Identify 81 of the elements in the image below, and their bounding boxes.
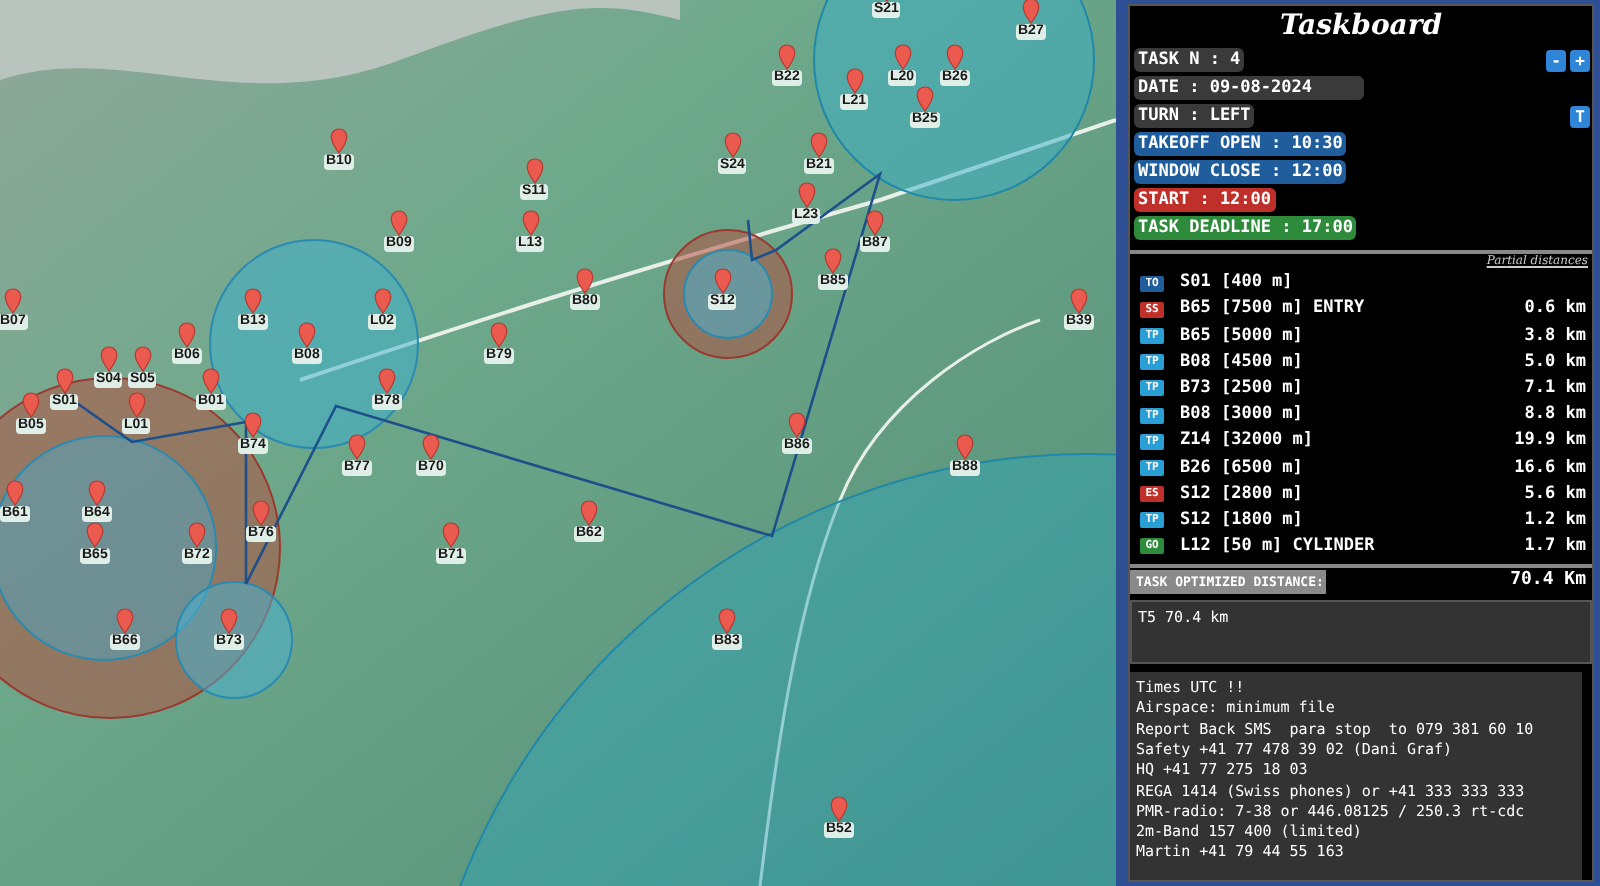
step-button[interactable]: T xyxy=(1570,105,1590,127)
map-pin-icon xyxy=(329,128,348,154)
map-pin-icon xyxy=(55,368,74,394)
map-pin-icon xyxy=(823,248,842,274)
map-pin-icon xyxy=(297,322,316,348)
partial-distance: 5.6 km xyxy=(1524,481,1586,507)
step-button[interactable]: - xyxy=(1546,49,1566,71)
turnpoint-name: S01 [400 m] xyxy=(1180,270,1293,296)
map-pin-icon xyxy=(489,322,508,348)
map-pin-icon xyxy=(187,522,206,548)
step-button[interactable]: + xyxy=(1570,49,1590,71)
map-pin-icon xyxy=(133,346,152,372)
map-pin-icon xyxy=(713,268,732,294)
info-label: TAKEOFF OPEN : 10:30 xyxy=(1134,132,1347,156)
map-pin-icon xyxy=(1021,0,1040,24)
map-pin-icon xyxy=(845,68,864,94)
turnpoint-name: B65 [7500 m] ENTRY xyxy=(1180,296,1365,323)
map-pin-icon xyxy=(219,608,238,634)
map-pin-icon xyxy=(723,132,742,158)
partial-distance: 16.6 km xyxy=(1514,455,1586,481)
notes-textarea[interactable] xyxy=(1130,672,1582,880)
map-pin-icon xyxy=(797,182,816,208)
map-pin-icon xyxy=(809,132,828,158)
partial-distance: 8.8 km xyxy=(1524,402,1586,428)
map-pin-icon xyxy=(251,500,270,526)
map-pin-icon xyxy=(521,210,540,236)
partial-distance: 3.8 km xyxy=(1524,323,1586,349)
map-pin-icon xyxy=(127,392,146,418)
map-pin-icon xyxy=(377,368,396,394)
partial-distance: 0.6 km xyxy=(1524,296,1586,323)
map-pin-icon xyxy=(575,268,594,294)
partial-distance: 1.2 km xyxy=(1524,507,1586,534)
partial-distance: 1.7 km xyxy=(1524,534,1586,560)
map-pin-icon xyxy=(3,288,22,314)
map-pin-icon xyxy=(373,288,392,314)
info-label: WINDOW CLOSE : 12:00 xyxy=(1134,160,1347,184)
map-pin-icon xyxy=(85,522,104,548)
map-pin-icon xyxy=(777,44,796,70)
partial-distance: 7.1 km xyxy=(1524,375,1586,402)
map-pin-icon xyxy=(201,368,220,394)
turnpoint-name: S12 [1800 m] xyxy=(1180,507,1303,534)
map-pin-icon xyxy=(243,412,262,438)
map-pin-icon xyxy=(87,480,106,506)
turnpoint-name: B26 [6500 m] xyxy=(1180,455,1303,481)
info-label: TASK N : 4 xyxy=(1134,48,1245,72)
turnpoint-name: B73 [2500 m] xyxy=(1180,375,1303,402)
map-pin-icon xyxy=(243,288,262,314)
info-label: TASK DEADLINE : 17:00 xyxy=(1134,216,1357,240)
map-pin-icon xyxy=(347,434,366,460)
map-pin-icon xyxy=(99,346,118,372)
map-pin-icon xyxy=(893,44,912,70)
map-pin-icon xyxy=(945,44,964,70)
turnpoint-name: L12 [50 m] CYLINDER xyxy=(1180,534,1375,560)
turnpoint-name: Z14 [32000 m] xyxy=(1180,428,1314,455)
partial-distance: 19.9 km xyxy=(1514,428,1586,455)
taskboard-title: Taskboard xyxy=(1277,8,1445,46)
map-pin-icon xyxy=(389,210,408,236)
partial-distance: 5.0 km xyxy=(1524,349,1586,376)
turnpoint-name: B08 [4500 m] xyxy=(1180,349,1303,376)
map-pin-icon xyxy=(955,434,974,460)
map-pin-icon xyxy=(915,86,934,112)
map-pin-icon xyxy=(177,322,196,348)
map-pin-icon xyxy=(421,434,440,460)
map-pin-icon xyxy=(5,480,24,506)
map-pin-icon xyxy=(865,210,884,236)
turnpoint-name: S12 [2800 m] xyxy=(1180,481,1303,507)
map-pin-icon xyxy=(829,796,848,822)
map-pin-icon xyxy=(441,522,460,548)
map-pin-icon xyxy=(115,608,134,634)
info-label: START : 12:00 xyxy=(1134,188,1276,212)
turnpoint-name: B08 [3000 m] xyxy=(1180,402,1303,428)
optimized-distance-value: 70.4 Km xyxy=(1510,568,1586,595)
turnpoint-name: B65 [5000 m] xyxy=(1180,323,1303,349)
map-pin-icon xyxy=(525,158,544,184)
date-field[interactable]: DATE : 09-08-2024 xyxy=(1134,76,1364,100)
map-pin-icon xyxy=(787,412,806,438)
map-pin-icon xyxy=(579,500,598,526)
map-pin-icon xyxy=(21,392,40,418)
info-label: TURN : LEFT xyxy=(1134,104,1255,128)
map-pin-icon xyxy=(1069,288,1088,314)
map-pin-icon xyxy=(717,608,736,634)
